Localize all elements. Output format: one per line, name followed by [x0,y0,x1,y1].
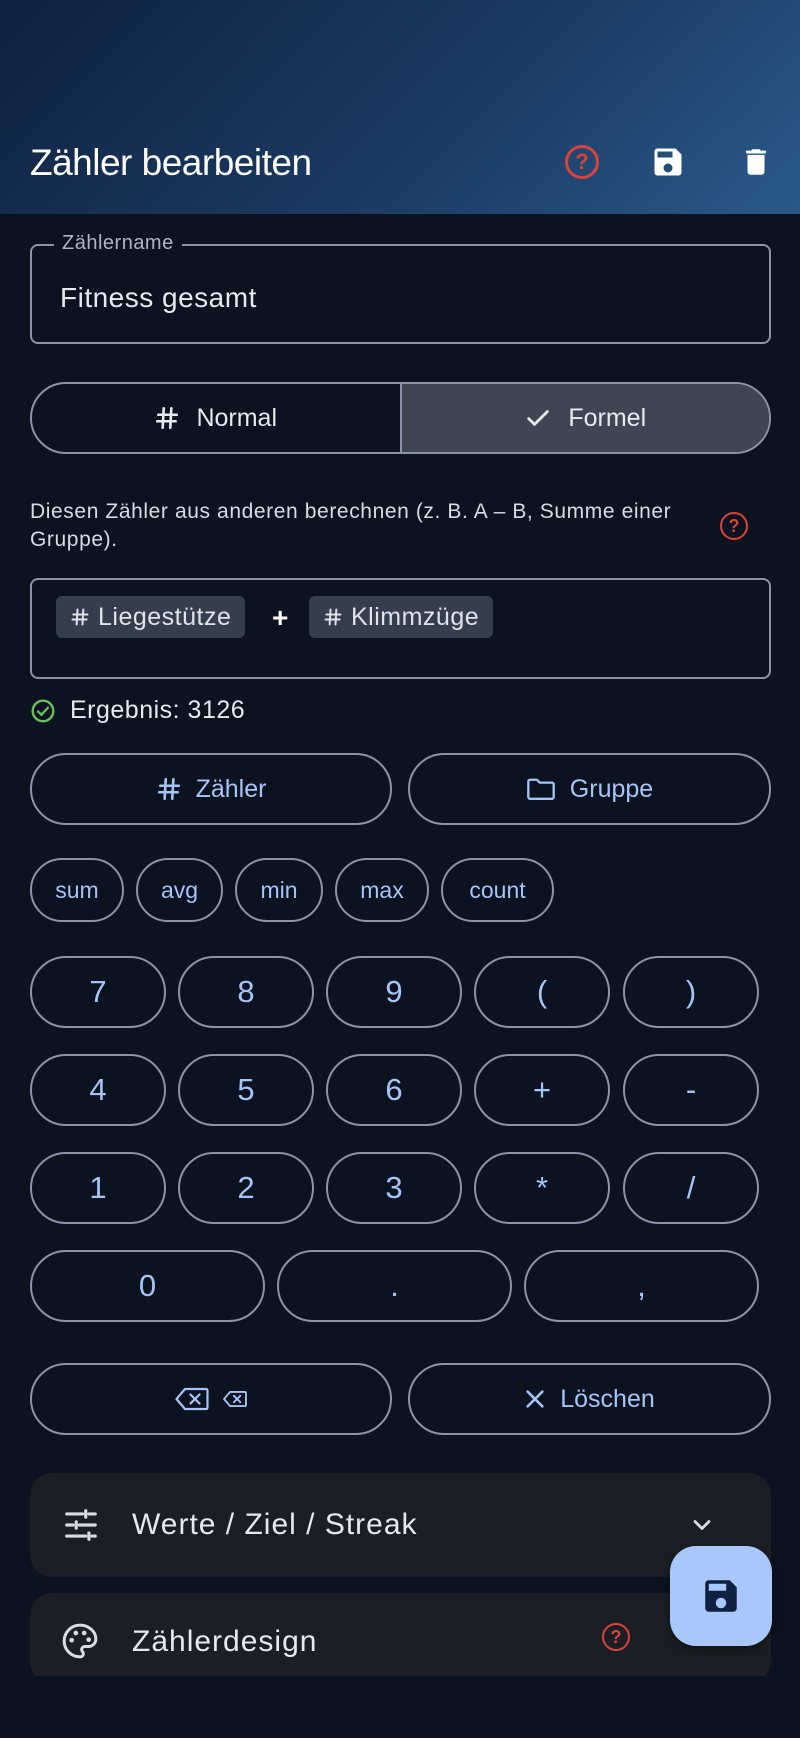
backspace-icon [223,1391,247,1407]
key-0[interactable]: 0 [30,1250,265,1322]
key-3[interactable]: 3 [326,1152,462,1224]
key-open-paren[interactable]: ( [474,956,610,1028]
insert-counter-button[interactable]: Zähler [30,753,392,825]
counter-design-panel[interactable]: Zählerdesign ? [30,1593,771,1683]
key-comma[interactable]: , [524,1250,759,1322]
key-close-paren[interactable]: ) [623,956,759,1028]
check-icon [527,410,550,426]
backspace-button[interactable] [30,1363,392,1435]
help-icon: ? [720,512,748,540]
save-icon [705,1580,737,1612]
key-7[interactable]: 7 [30,956,166,1028]
key-4[interactable]: 4 [30,1054,166,1126]
insert-counter-label: Zähler [195,774,267,803]
key-divide[interactable]: / [623,1152,759,1224]
key-1[interactable]: 1 [30,1152,166,1224]
page-title: Zähler bearbeiten [30,142,312,183]
folder-icon [526,778,555,800]
clear-label: Löschen [560,1384,655,1413]
counter-name-label: Zählername [54,232,182,255]
hash-icon [157,777,180,801]
design-help-button[interactable]: ? [602,1623,630,1651]
floating-save-button[interactable] [670,1546,772,1646]
function-max-button[interactable]: max [335,858,429,922]
key-plus[interactable]: + [474,1054,610,1126]
delete-button[interactable] [734,140,778,184]
values-goal-streak-label: Werte / Ziel / Streak [132,1508,418,1541]
help-icon: ? [602,1623,630,1651]
mode-formula-option[interactable]: Formel [399,384,769,452]
formula-operator: + [272,602,289,633]
backspace-icon [175,1387,209,1411]
mode-normal-label: Normal [196,403,278,432]
formula-result: Ergebnis: 3126 [30,696,245,725]
save-icon [654,148,682,176]
formula-token-chip[interactable]: Liegestütze [56,596,246,638]
function-count-button[interactable]: count [441,858,554,922]
palette-icon [62,1623,98,1659]
key-6[interactable]: 6 [326,1054,462,1126]
bottom-safe-area [0,1676,800,1738]
tune-icon [65,1509,97,1541]
key-2[interactable]: 2 [178,1152,314,1224]
key-multiply[interactable]: * [474,1152,610,1224]
formula-description: Diesen Zähler aus anderen berechnen (z. … [30,500,672,551]
counter-name-value[interactable]: Fitness gesamt [60,282,257,314]
key-9[interactable]: 9 [326,956,462,1028]
result-text: Ergebnis: 3126 [70,696,246,724]
formula-token-label: Liegestütze [98,602,232,631]
clear-button[interactable]: Löschen [408,1363,771,1435]
mode-toggle: Normal Formel [30,382,771,454]
insert-group-label: Gruppe [569,774,654,803]
values-goal-streak-panel[interactable]: Werte / Ziel / Streak [30,1473,771,1577]
close-icon [526,1390,544,1408]
save-button[interactable] [646,140,690,184]
function-sum-button[interactable]: sum [30,858,124,922]
insert-group-button[interactable]: Gruppe [408,753,771,825]
help-icon: ? [565,145,599,179]
function-min-button[interactable]: min [235,858,323,922]
formula-token-chip[interactable]: Klimmzüge [309,596,494,638]
hash-icon [156,406,179,430]
formula-input[interactable]: Liegestütze + Klimmzüge [30,578,771,679]
hash-icon [71,608,89,626]
formula-token-label: Klimmzüge [351,602,480,631]
trash-icon [746,149,766,175]
counter-design-label: Zählerdesign [132,1625,318,1658]
key-8[interactable]: 8 [178,956,314,1028]
hash-icon [324,608,342,626]
key-5[interactable]: 5 [178,1054,314,1126]
counter-name-field[interactable]: Zählername Fitness gesamt [30,232,771,344]
function-avg-button[interactable]: avg [136,858,223,922]
key-dot[interactable]: . [277,1250,512,1322]
chevron-down-icon [693,1520,711,1530]
formula-help-button[interactable]: ? [720,512,748,540]
mode-normal-option[interactable]: Normal [32,384,400,452]
help-button[interactable]: ? [560,140,604,184]
key-minus[interactable]: - [623,1054,759,1126]
app-bar: Zähler bearbeiten ? [0,0,800,214]
mode-formula-label: Formel [568,403,647,432]
check-circle-icon [31,699,55,722]
